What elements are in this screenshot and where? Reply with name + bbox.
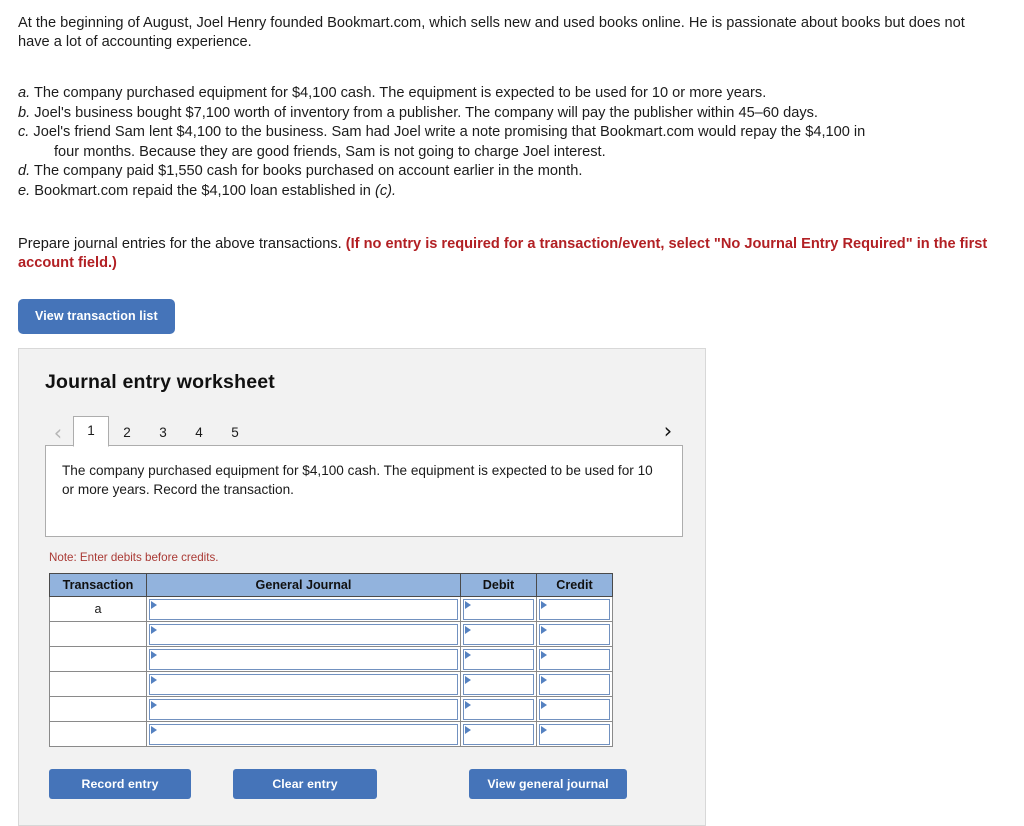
transaction-label-e: e.	[18, 182, 31, 199]
transaction-item-b: b. Joel's business bought $7,100 worth o…	[18, 104, 1006, 124]
chevron-left-icon[interactable]: ‹	[45, 420, 71, 446]
debits-before-credits-note: Note: Enter debits before credits.	[49, 551, 219, 564]
cell-transaction-1: a	[49, 596, 147, 622]
transaction-item-a: a. The company purchased equipment for $…	[18, 84, 1006, 104]
tab-entry-5[interactable]: 5	[217, 419, 253, 447]
debit-input-2[interactable]	[463, 623, 534, 645]
cell-credit-2[interactable]	[536, 621, 613, 647]
cell-debit-2[interactable]	[460, 621, 537, 647]
cell-debit-3[interactable]	[460, 646, 537, 672]
tab-entry-2[interactable]: 2	[109, 419, 145, 447]
transaction-text-c: Joel's friend Sam lent $4,100 to the bus…	[33, 124, 866, 140]
cell-general-journal-4[interactable]	[146, 671, 461, 697]
cell-credit-1[interactable]	[536, 596, 613, 622]
credit-input-3[interactable]	[539, 648, 610, 670]
column-header-debit: Debit	[460, 573, 537, 597]
debit-input-1[interactable]	[463, 598, 534, 620]
transaction-label-d: d.	[18, 163, 31, 179]
table-row	[49, 621, 613, 647]
transaction-text-c-continuation: four months. Because they are good frien…	[54, 143, 606, 160]
cell-debit-6[interactable]	[460, 721, 537, 747]
journal-entry-worksheet-panel: Journal entry worksheet ‹ 1 2 3 4 5 › Th…	[18, 348, 706, 826]
cell-credit-6[interactable]	[536, 721, 613, 747]
cell-debit-4[interactable]	[460, 671, 537, 697]
transaction-text-b: Joel's business bought $7,100 worth of i…	[34, 104, 818, 121]
prepare-instruction-plain: Prepare journal entries for the above tr…	[18, 236, 346, 252]
transaction-description-box: The company purchased equipment for $4,1…	[45, 445, 683, 537]
chevron-right-icon[interactable]: ›	[655, 418, 681, 444]
transaction-item-d: d. The company paid $1,550 cash for book…	[18, 162, 1006, 182]
cell-transaction-2	[49, 621, 147, 647]
transaction-item-c: c. Joel's friend Sam lent $4,100 to the …	[18, 123, 1006, 162]
transaction-text-a: The company purchased equipment for $4,1…	[33, 85, 767, 101]
cell-debit-1[interactable]	[460, 596, 537, 622]
debit-input-4[interactable]	[463, 673, 534, 695]
account-select-5[interactable]	[149, 698, 458, 720]
cell-debit-5[interactable]	[460, 696, 537, 722]
prepare-instruction: Prepare journal entries for the above tr…	[18, 235, 1006, 273]
debit-input-3[interactable]	[463, 648, 534, 670]
page-root: At the beginning of August, Joel Henry f…	[0, 0, 1024, 826]
record-entry-button[interactable]: Record entry	[49, 769, 191, 799]
worksheet-tab-bar: ‹ 1 2 3 4 5 ›	[45, 414, 683, 447]
cell-general-journal-3[interactable]	[146, 646, 461, 672]
cell-transaction-6	[49, 721, 147, 747]
column-header-general-journal: General Journal	[146, 573, 461, 597]
table-header-row: Transaction General Journal Debit Credit	[49, 573, 613, 597]
cell-general-journal-5[interactable]	[146, 696, 461, 722]
worksheet-title: Journal entry worksheet	[45, 371, 276, 393]
table-row	[49, 721, 613, 747]
transaction-list: a. The company purchased equipment for $…	[18, 84, 1006, 201]
transaction-text-d: The company paid $1,550 cash for books p…	[33, 163, 583, 179]
credit-input-1[interactable]	[539, 598, 610, 620]
cell-general-journal-6[interactable]	[146, 721, 461, 747]
table-row	[49, 646, 613, 672]
tab-entry-3[interactable]: 3	[145, 419, 181, 447]
account-select-1[interactable]	[149, 598, 458, 620]
journal-entry-table: Transaction General Journal Debit Credit…	[49, 573, 613, 747]
transaction-label-c: c.	[18, 124, 30, 140]
cell-credit-4[interactable]	[536, 671, 613, 697]
account-select-3[interactable]	[149, 648, 458, 670]
cell-transaction-5	[49, 696, 147, 722]
cell-general-journal-2[interactable]	[146, 621, 461, 647]
column-header-credit: Credit	[536, 573, 613, 597]
table-row: a	[49, 596, 613, 622]
credit-input-5[interactable]	[539, 698, 610, 720]
credit-input-2[interactable]	[539, 623, 610, 645]
debit-input-6[interactable]	[463, 723, 534, 745]
account-select-2[interactable]	[149, 623, 458, 645]
credit-input-6[interactable]	[539, 723, 610, 745]
cell-transaction-3	[49, 646, 147, 672]
transaction-text-e-reference: (c).	[374, 182, 397, 199]
account-select-4[interactable]	[149, 673, 458, 695]
transaction-label-a: a.	[18, 85, 31, 101]
credit-input-4[interactable]	[539, 673, 610, 695]
table-row	[49, 696, 613, 722]
worksheet-action-buttons: Record entry Clear entry View general jo…	[49, 769, 683, 799]
clear-entry-button[interactable]: Clear entry	[233, 769, 377, 799]
transaction-item-e: e. Bookmart.com repaid the $4,100 loan e…	[18, 182, 1006, 202]
cell-credit-3[interactable]	[536, 646, 613, 672]
intro-paragraph: At the beginning of August, Joel Henry f…	[18, 15, 965, 50]
tab-entry-4[interactable]: 4	[181, 419, 217, 447]
account-select-6[interactable]	[149, 723, 458, 745]
cell-credit-5[interactable]	[536, 696, 613, 722]
cell-transaction-4	[49, 671, 147, 697]
cell-general-journal-1[interactable]	[146, 596, 461, 622]
view-general-journal-button[interactable]: View general journal	[469, 769, 627, 799]
column-header-transaction: Transaction	[49, 573, 147, 597]
transaction-label-b: b.	[18, 104, 31, 121]
transaction-text-e: Bookmart.com repaid the $4,100 loan esta…	[34, 182, 375, 199]
tab-entry-1[interactable]: 1	[73, 416, 109, 447]
table-row	[49, 671, 613, 697]
view-transaction-list-button[interactable]: View transaction list	[18, 299, 175, 334]
debit-input-5[interactable]	[463, 698, 534, 720]
